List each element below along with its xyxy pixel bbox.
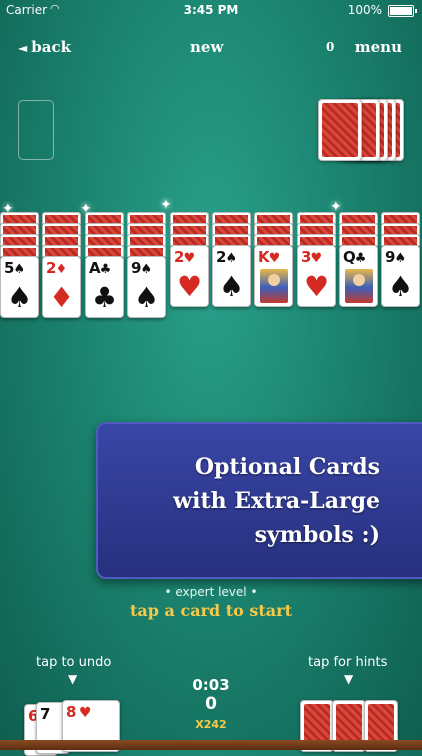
card-corner: 2♠ [216,248,237,266]
sparkle-icon: ✦ [2,201,14,217]
card-corner: 3♥ [301,248,322,266]
card-corner: 9♠ [385,248,406,266]
card-suit: ♠ [394,251,406,266]
back-arrow-icon: ◄ [18,41,28,55]
promo-text: Optional Cards with Extra-Large symbols … [130,450,380,552]
card-suit: ♠ [13,262,25,277]
face-card-portrait [260,269,288,303]
tableau-card[interactable]: K♥ [254,245,293,307]
card-suit: ♣ [354,251,367,266]
card-suit: ♠ [140,262,152,277]
card-big-suit: ♥ [303,270,330,303]
card-rank: A [89,259,101,277]
battery-percent: 100% [347,3,382,17]
tableau-card[interactable]: 2♥ ♥ [170,245,209,307]
battery-icon [388,5,417,17]
card-big-suit: ♠ [387,270,414,303]
tableau-card[interactable]: A♣ ♣ [85,256,124,318]
tableau-card[interactable]: Q♣ [339,245,378,307]
card-big-suit: ♠ [218,270,245,303]
menu-button[interactable]: menu [355,38,402,56]
card-suit: ♣ [99,262,112,277]
back-button[interactable]: ◄ back [18,38,71,56]
sparkle-icon: ✦ [80,201,92,217]
card-big-suit: ♦ [48,281,75,314]
card-corner: 2♥ [174,248,195,266]
card-corner: K♥ [258,248,281,266]
tableau-card[interactable]: 2♠ ♠ [212,245,251,307]
card-corner: Q♣ [343,248,367,266]
table-edge [0,740,422,750]
back-label: back [31,38,71,56]
game-toolbar: ◄ back new 0 menu [0,36,422,58]
difficulty-label: • expert level • [164,585,258,599]
card-suit: ♥ [268,251,281,266]
card-suit: ♥ [310,251,322,266]
card-corner: 2♦ [46,259,67,277]
promo-line-1: Optional Cards [194,454,380,480]
tableau-card[interactable]: 5♠ ♠ [0,256,39,318]
promo-line-3: symbols :) [254,522,380,548]
tableau-card[interactable]: 3♥ ♥ [297,245,336,307]
hints-label: tap for hints [308,655,388,670]
card-corner: 9♠ [131,259,152,277]
new-game-button[interactable]: new [190,38,223,56]
card-corner: A♣ [89,259,112,277]
start-prompt: tap a card to start [130,601,292,620]
foundation-slot [18,100,54,160]
timer: 0:03 [192,676,230,694]
card-corner: 5♠ [4,259,25,277]
sparkle-icon: ✦ [160,197,172,213]
promo-banner: Optional Cards with Extra-Large symbols … [96,422,422,579]
tableau-card[interactable]: 9♠ ♠ [127,256,166,318]
card-big-suit: ♥ [176,270,203,303]
card-big-suit: ♠ [133,281,160,314]
card-rank: Q [343,248,356,266]
card-big-suit: ♣ [91,281,118,314]
tableau-card[interactable]: 9♠ ♠ [381,245,420,307]
sparkle-icon: ✦ [330,199,342,215]
card-suit: ♥ [183,251,195,266]
promo-line-2: with Extra-Large [173,488,380,514]
card-rank: K [258,248,270,266]
status-bar: Carrier ◠ 3:45 PM 100% [0,0,422,20]
card-suit: ♦ [55,262,67,277]
tableau-card[interactable]: 2♦ ♦ [42,256,81,318]
card-big-suit: ♠ [6,281,33,314]
undo-label: tap to undo [36,655,112,670]
card-suit: ♠ [225,251,237,266]
score-display: 0 [326,40,335,54]
face-card-portrait [345,269,373,303]
stock-card[interactable] [318,99,362,161]
